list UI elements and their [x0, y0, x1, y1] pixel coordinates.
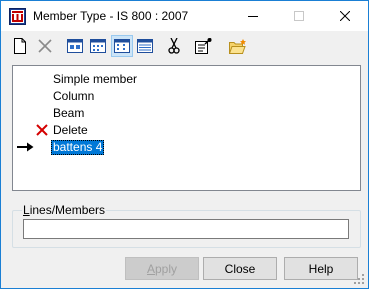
list-item-label: Simple member — [53, 72, 138, 86]
red-x-icon — [34, 123, 50, 137]
properties-icon — [194, 38, 212, 54]
maximize-button[interactable] — [276, 1, 322, 31]
list-item[interactable]: Beam — [13, 105, 360, 122]
list-view-button[interactable] — [111, 35, 133, 57]
details-view-icon — [137, 39, 153, 53]
member-type-dialog: Member Type - IS 800 : 2007 Simple membe… — [0, 0, 369, 289]
list-item-label: Column — [53, 89, 95, 103]
list-item-label: Beam — [53, 106, 85, 120]
open-folder-button[interactable] — [227, 35, 249, 57]
lines-members-label: Lines/Members — [22, 203, 107, 217]
delete-icon — [38, 39, 52, 53]
small-icons-view-icon — [90, 39, 106, 53]
minimize-icon — [248, 16, 258, 17]
lines-members-label-rest: ines/Members — [29, 203, 106, 217]
resize-grip-icon[interactable] — [353, 273, 365, 285]
close-icon — [340, 11, 350, 21]
large-icons-view-button[interactable] — [64, 35, 86, 57]
app-icon — [9, 8, 26, 25]
title-bar[interactable]: Member Type - IS 800 : 2007 — [1, 1, 368, 31]
cut-button[interactable] — [163, 35, 185, 57]
large-icons-view-icon — [67, 39, 83, 53]
small-icons-view-button[interactable] — [87, 35, 109, 57]
arrow-right-icon — [17, 140, 34, 154]
window-title: Member Type - IS 800 : 2007 — [33, 9, 189, 23]
properties-button[interactable] — [192, 35, 214, 57]
maximize-icon — [294, 11, 304, 21]
apply-label-rest: pply — [155, 261, 178, 276]
delete-button[interactable] — [34, 35, 56, 57]
list-item[interactable]: Simple member — [13, 71, 360, 88]
minimize-button[interactable] — [230, 1, 276, 31]
new-button[interactable] — [9, 35, 31, 57]
help-button[interactable]: Help — [284, 257, 358, 280]
new-icon — [14, 38, 26, 54]
list-item-delete[interactable]: Delete — [13, 122, 360, 139]
open-folder-icon — [229, 38, 246, 54]
lines-members-label-mnemonic: L — [23, 203, 30, 217]
toolbar — [1, 31, 368, 59]
details-view-button[interactable] — [134, 35, 156, 57]
list-view-icon — [114, 39, 130, 53]
close-button[interactable]: Close — [203, 257, 277, 280]
lines-members-input[interactable] — [23, 219, 349, 239]
cut-icon — [168, 38, 180, 54]
list-item-selected[interactable]: battens 4 — [13, 139, 360, 156]
apply-button[interactable]: Apply — [125, 257, 199, 280]
member-type-list[interactable]: Simple member Column Beam Delete battens… — [12, 65, 361, 191]
close-window-button[interactable] — [322, 1, 368, 31]
list-item-label: Delete — [53, 123, 88, 137]
list-item[interactable]: Column — [13, 88, 360, 105]
apply-mnemonic: A — [146, 261, 155, 276]
list-item-label: battens 4 — [51, 140, 105, 155]
